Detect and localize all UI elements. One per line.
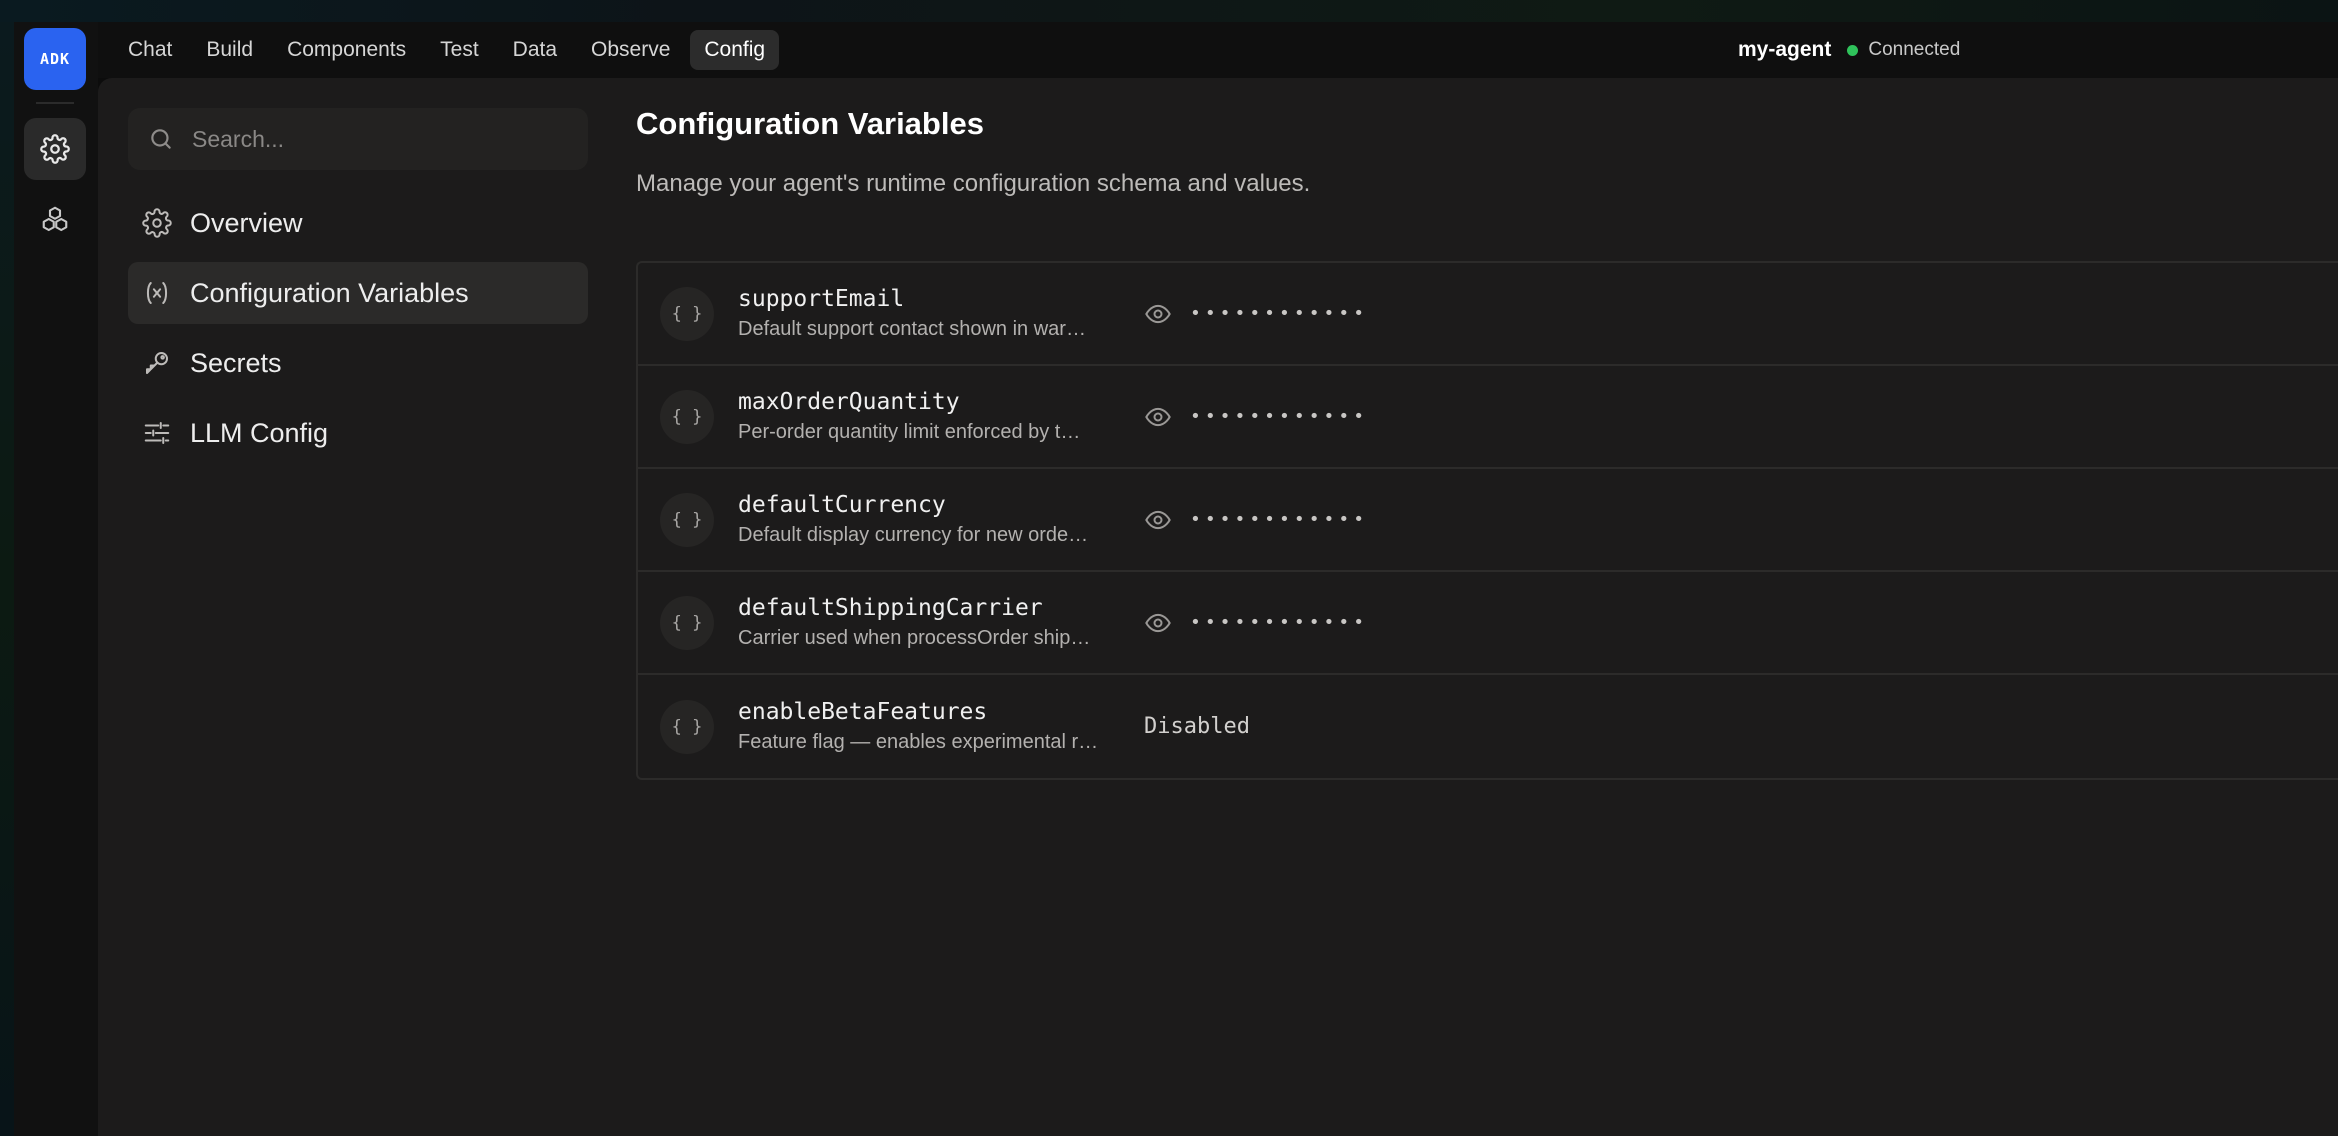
variable-info: supportEmail Default support contact sho… xyxy=(738,286,1128,341)
tab-chat[interactable]: Chat xyxy=(114,30,186,70)
variable-name: defaultCurrency xyxy=(738,492,946,518)
content-area: Configuration Variables Manage your agen… xyxy=(636,106,2338,780)
menu-item-label: LLM Config xyxy=(190,417,329,448)
eye-icon[interactable] xyxy=(1144,403,1172,431)
boolean-value: Disabled xyxy=(1144,714,1250,739)
menu-item-configuration-variables[interactable]: Configuration Variables xyxy=(128,262,588,324)
variable-description: Feature flag — enables experimental r… xyxy=(738,731,1099,753)
window-frame-top xyxy=(0,0,2338,22)
sliders-icon xyxy=(144,422,170,444)
menu-item-label: Configuration Variables xyxy=(190,277,469,308)
variable-name: supportEmail xyxy=(738,286,905,312)
page-title: Configuration Variables xyxy=(636,106,984,141)
app-window: ADK Chat Build Components Test Data Obse… xyxy=(0,0,2338,1136)
page-subtitle: Manage your agent's runtime configuratio… xyxy=(636,170,1311,197)
tab-data[interactable]: Data xyxy=(499,30,571,70)
menu-item-label: Secrets xyxy=(190,347,282,378)
variable-name: defaultShippingCarrier xyxy=(738,595,1043,621)
search-icon xyxy=(151,129,171,149)
menu-item-llm-config[interactable]: LLM Config xyxy=(128,402,588,464)
tab-test[interactable]: Test xyxy=(426,30,493,70)
menu-item-overview[interactable]: Overview xyxy=(128,192,588,254)
agent-name[interactable]: my-agent xyxy=(1738,38,1831,62)
nav-tabs: Chat Build Components Test Data Observe … xyxy=(98,30,780,70)
adk-logo[interactable]: ADK xyxy=(24,28,86,90)
agent-status: my-agent Connected xyxy=(1738,22,1960,78)
braces-icon: { } xyxy=(660,699,714,754)
braces-icon: { } xyxy=(660,595,714,650)
icon-rail: ADK xyxy=(14,22,98,1136)
eye-icon[interactable] xyxy=(1144,609,1172,637)
search-input[interactable] xyxy=(192,125,552,153)
masked-value: •••••••••••• xyxy=(1190,612,1369,633)
variable-description: Default support contact shown in war… xyxy=(738,318,1086,340)
variable-row[interactable]: { } supportEmail Default support contact… xyxy=(638,263,2338,366)
gear-icon xyxy=(40,134,70,164)
window-frame-left xyxy=(0,22,14,1136)
variable-description: Carrier used when processOrder ship… xyxy=(738,627,1091,649)
variable-row[interactable]: { } defaultShippingCarrier Carrier used … xyxy=(638,572,2338,675)
variable-info: defaultShippingCarrier Carrier used when… xyxy=(738,595,1128,650)
rail-divider xyxy=(36,102,74,104)
tab-config[interactable]: Config xyxy=(690,30,780,70)
variable-name: maxOrderQuantity xyxy=(738,389,960,415)
variable-value: •••••••••••• xyxy=(1144,609,1368,637)
variable-info: enableBetaFeatures Feature flag — enable… xyxy=(738,699,1128,754)
masked-value: •••••••••••• xyxy=(1190,303,1369,324)
connection-status: Connected xyxy=(1868,39,1961,60)
variable-name: enableBetaFeatures xyxy=(738,699,988,725)
top-nav: Chat Build Components Test Data Observe … xyxy=(98,22,2338,78)
variable-row[interactable]: { } maxOrderQuantity Per-order quantity … xyxy=(638,366,2338,469)
braces-icon: { } xyxy=(660,389,714,444)
variable-value: Disabled xyxy=(1144,714,1250,739)
braces-icon: { } xyxy=(660,286,714,341)
variable-icon xyxy=(146,282,168,304)
variable-value: •••••••••••• xyxy=(1144,506,1368,534)
rail-settings-button[interactable] xyxy=(24,118,86,180)
menu-item-secrets[interactable]: Secrets xyxy=(128,332,588,394)
main-panel: Overview Configuration Variables Secrets xyxy=(98,78,2338,1136)
variable-row[interactable]: { } defaultCurrency Default display curr… xyxy=(638,469,2338,572)
settings-search xyxy=(128,108,588,170)
rail-components-button[interactable] xyxy=(24,188,86,250)
eye-icon[interactable] xyxy=(1144,300,1172,328)
braces-icon: { } xyxy=(660,492,714,547)
variable-value: •••••••••••• xyxy=(1144,403,1368,431)
variable-info: defaultCurrency Default display currency… xyxy=(738,492,1128,547)
menu-item-label: Overview xyxy=(190,207,303,238)
key-icon xyxy=(146,352,168,374)
masked-value: •••••••••••• xyxy=(1190,406,1369,427)
masked-value: •••••••••••• xyxy=(1190,509,1369,530)
variable-row[interactable]: { } enableBetaFeatures Feature flag — en… xyxy=(638,675,2338,778)
variable-description: Default display currency for new orde… xyxy=(738,524,1089,546)
status-dot xyxy=(1847,44,1859,56)
tab-components[interactable]: Components xyxy=(273,30,420,70)
gear-icon xyxy=(142,208,172,238)
variables-list: { } supportEmail Default support contact… xyxy=(636,261,2338,780)
eye-icon[interactable] xyxy=(1144,506,1172,534)
variable-description: Per-order quantity limit enforced by t… xyxy=(738,421,1081,443)
tab-observe[interactable]: Observe xyxy=(577,30,684,70)
tab-build[interactable]: Build xyxy=(192,30,267,70)
variable-value: •••••••••••• xyxy=(1144,300,1368,328)
settings-menu: Overview Configuration Variables Secrets xyxy=(128,192,588,472)
variable-info: maxOrderQuantity Per-order quantity limi… xyxy=(738,389,1128,444)
boxes-icon xyxy=(42,206,68,232)
